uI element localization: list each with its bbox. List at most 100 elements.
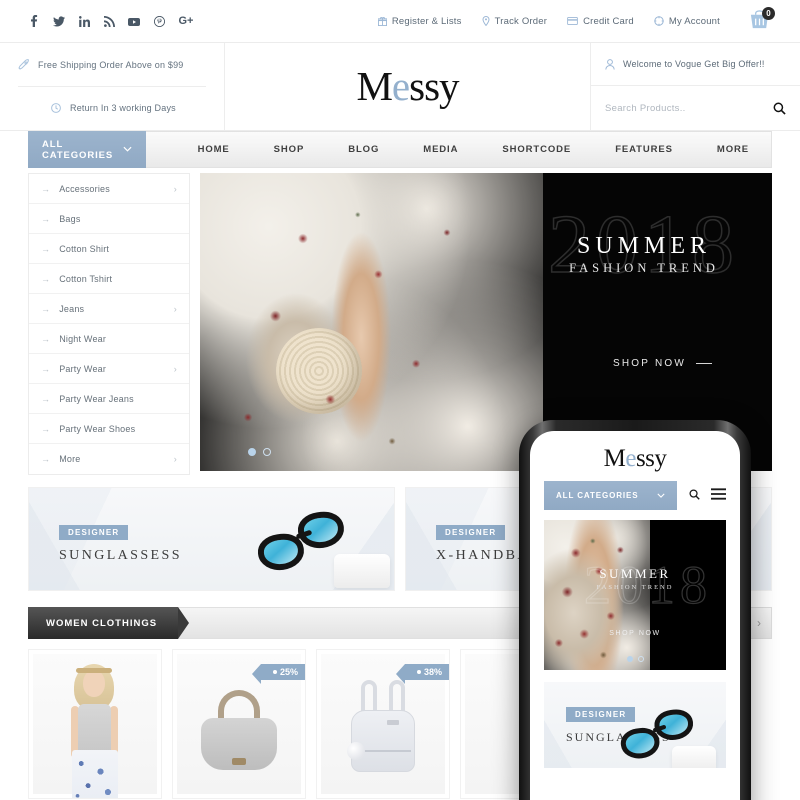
search-icon <box>773 102 786 115</box>
product-card-hobo-bag[interactable]: 25% <box>172 649 306 799</box>
top-nav-links: Register & Lists Track Order Credit Card… <box>377 7 775 32</box>
sunglasses-lens-right <box>652 707 695 743</box>
rss-icon[interactable] <box>103 14 115 28</box>
return-policy-row: Return In 3 working Days <box>18 87 206 130</box>
category-sidebar: → Accessories › → Bags → Cotton Shirt → Cotto… <box>28 173 190 475</box>
hero-subtitle: FASHION TREND <box>569 261 719 275</box>
nav-item-shortcode[interactable]: SHORTCODE <box>480 144 593 155</box>
sidebar-item-label: Cotton Tshirt <box>59 273 113 284</box>
search-icon[interactable] <box>689 487 700 505</box>
mobile-all-categories-button[interactable]: ALL CATEGORIES <box>544 481 677 510</box>
googleplus-icon[interactable]: G+ <box>178 14 194 28</box>
bullet-dash-icon: → <box>41 423 51 434</box>
discount-value: 25% <box>279 667 298 677</box>
badge-dot-icon <box>416 670 421 674</box>
sidebar-item-party-wear-shoes[interactable]: → Party Wear Shoes <box>29 414 189 444</box>
backpack-body <box>351 710 415 772</box>
header-right: Welcome to Vogue Get Big Offer!! <box>590 43 800 130</box>
free-shipping-row: Free Shipping Order Above on $99 <box>18 44 206 87</box>
facebook-icon[interactable] <box>28 14 40 28</box>
section-title: WOMEN CLOTHINGS <box>28 607 189 639</box>
top-link-credit-card[interactable]: Credit Card <box>567 16 634 27</box>
mobile-hero-title: SUMMER <box>599 566 671 581</box>
nav-item-media[interactable]: MEDIA <box>401 144 480 155</box>
carousel-dot-2[interactable] <box>263 448 271 456</box>
search-button[interactable] <box>773 102 786 115</box>
welcome-label: Welcome to Vogue Get Big Offer!! <box>623 59 765 69</box>
sidebar-item-party-wear-jeans[interactable]: → Party Wear Jeans <box>29 384 189 414</box>
site-header: Free Shipping Order Above on $99 Return … <box>0 43 800 131</box>
sidebar-item-accessories[interactable]: → Accessories › <box>29 174 189 204</box>
header-shipping-info: Free Shipping Order Above on $99 Return … <box>0 43 225 130</box>
chevron-down-icon <box>657 491 665 500</box>
carousel-dot-1-active[interactable] <box>248 448 256 456</box>
discount-badge: 38% <box>395 664 449 684</box>
top-link-register-lists[interactable]: Register & Lists <box>377 16 462 27</box>
pinterest-icon[interactable] <box>153 14 165 28</box>
logo-area[interactable]: Messy <box>225 43 590 130</box>
chevron-right-icon: › <box>173 183 177 194</box>
youtube-icon[interactable] <box>128 14 140 28</box>
mobile-carousel-dot-2[interactable] <box>637 656 644 662</box>
top-bar: G+ Register & Lists Track Order Credit C… <box>0 0 800 43</box>
hero-cta-label: SHOP NOW <box>613 358 686 369</box>
hero-model-photo <box>200 173 544 471</box>
nav-item-shop[interactable]: SHOP <box>252 144 327 155</box>
sidebar-item-label: Night Wear <box>59 333 107 344</box>
bullet-dash-icon: → <box>41 213 51 224</box>
sidebar-item-party-wear[interactable]: → Party Wear › <box>29 354 189 384</box>
nav-item-features[interactable]: FEATURES <box>593 144 695 155</box>
bullet-dash-icon: → <box>41 363 51 374</box>
discount-badge: 25% <box>251 664 305 684</box>
top-link-my-account[interactable]: My Account <box>654 16 720 27</box>
mobile-all-categories-label: ALL CATEGORIES <box>556 491 639 500</box>
all-categories-button[interactable]: ALL CATEGORIES <box>28 131 146 168</box>
hero-carousel-dots <box>248 448 271 456</box>
mobile-site-logo[interactable]: Messy <box>530 431 740 481</box>
hero-shop-now-button[interactable]: SHOP NOW <box>613 358 712 369</box>
nav-item-home[interactable]: HOME <box>176 144 252 155</box>
site-logo[interactable]: Messy <box>356 63 459 109</box>
discount-value: 38% <box>423 667 442 677</box>
search-input[interactable] <box>605 102 767 114</box>
bullet-dash-icon: → <box>41 454 51 464</box>
sidebar-item-bags[interactable]: → Bags <box>29 204 189 234</box>
sidebar-item-jeans[interactable]: → Jeans › <box>29 294 189 324</box>
promo-tag-badge: DESIGNER <box>59 525 129 540</box>
mobile-device-mockup: Messy ALL CATEGORIES 2018 SUMMER FASHION… <box>519 420 751 800</box>
return-policy-label: Return In 3 working Days <box>70 103 176 113</box>
sidebar-item-label: Party Wear <box>59 363 107 374</box>
bullet-dash-icon: → <box>41 183 51 194</box>
hamburger-menu-icon[interactable] <box>711 487 726 505</box>
sidebar-item-label: More <box>59 454 81 464</box>
welcome-message: Welcome to Vogue Get Big Offer!! <box>591 43 800 86</box>
sidebar-item-cotton-shirt[interactable]: → Cotton Shirt <box>29 234 189 264</box>
credit-card-icon <box>567 17 578 25</box>
mobile-hero-cta[interactable]: SHOP NOW <box>544 630 726 637</box>
compass-icon <box>654 16 664 26</box>
top-link-track-order[interactable]: Track Order <box>482 16 548 27</box>
twitter-icon[interactable] <box>53 14 65 28</box>
mobile-promo-banner[interactable]: DESIGNER SUNGLASSESS <box>544 682 726 768</box>
product-card-model[interactable] <box>28 649 162 799</box>
logo-accent-letter: e <box>391 63 410 109</box>
cart-button[interactable]: 0 <box>748 7 775 32</box>
hero-straw-bag <box>275 327 362 414</box>
sidebar-item-night-wear[interactable]: → Night Wear <box>29 324 189 354</box>
nav-item-blog[interactable]: BLOG <box>326 144 401 155</box>
sidebar-item-more[interactable]: → More › <box>29 444 189 474</box>
sidebar-item-cotton-tshirt[interactable]: → Cotton Tshirt <box>29 264 189 294</box>
mobile-hero-slider[interactable]: 2018 SUMMER FASHION TREND SHOP NOW <box>544 520 726 670</box>
nav-item-more[interactable]: MORE <box>695 144 771 155</box>
model-illustration <box>58 662 132 798</box>
mobile-carousel-dot-1-active[interactable] <box>626 656 633 662</box>
mobile-icon-group <box>689 487 726 505</box>
linkedin-icon[interactable] <box>78 14 90 28</box>
refresh-icon <box>50 102 62 114</box>
promo-banner-sunglasses[interactable]: DESIGNER SUNGLASSESS <box>28 487 395 591</box>
bullet-dash-icon: → <box>41 243 51 254</box>
mobile-screen: Messy ALL CATEGORIES 2018 SUMMER FASHION… <box>530 431 740 800</box>
product-card-backpack[interactable]: 38% <box>316 649 450 799</box>
page-root: G+ Register & Lists Track Order Credit C… <box>0 0 800 800</box>
chevron-right-icon: › <box>173 303 177 314</box>
